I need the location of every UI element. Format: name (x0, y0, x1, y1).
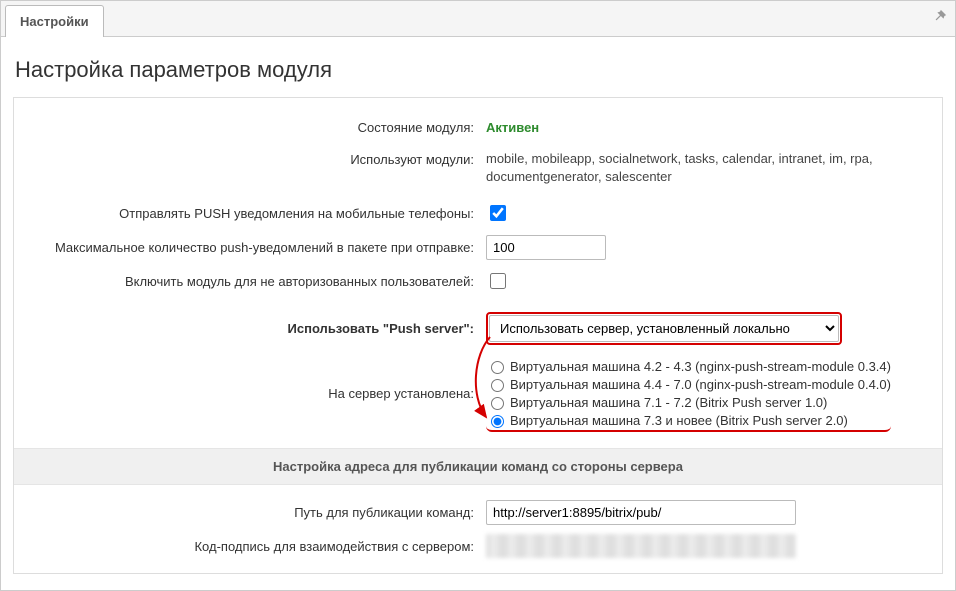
unauth-checkbox[interactable] (490, 273, 506, 289)
vm-radio-label-1: Виртуальная машина 4.4 - 7.0 (nginx-push… (510, 377, 891, 392)
vm-radio-label-2: Виртуальная машина 7.1 - 7.2 (Bitrix Pus… (510, 395, 827, 410)
tab-bar: Настройки (1, 1, 955, 37)
max-push-label: Максимальное количество push-уведомлений… (14, 240, 482, 255)
vm-radio-1[interactable] (491, 379, 504, 392)
unauth-label: Включить модуль для не авторизованных по… (14, 274, 482, 289)
signature-label: Код-подпись для взаимодействия с серверо… (14, 539, 482, 554)
max-push-input[interactable] (486, 235, 606, 260)
publish-path-label: Путь для публикации команд: (14, 505, 482, 520)
highlight-select: Использовать сервер, установленный локал… (486, 312, 842, 345)
vm-radio-label-3: Виртуальная машина 7.3 и новее (Bitrix P… (510, 413, 848, 428)
vm-radio-2[interactable] (491, 397, 504, 410)
push-mobile-checkbox[interactable] (490, 205, 506, 221)
vm-radio-label-0: Виртуальная машина 4.2 - 4.3 (nginx-push… (510, 359, 891, 374)
page-title: Настройка параметров модуля (1, 37, 955, 97)
status-label: Состояние модуля: (14, 120, 482, 135)
modules-label: Используют модули: (14, 150, 482, 167)
push-server-select[interactable]: Использовать сервер, установленный локал… (489, 315, 839, 342)
settings-panel: Состояние модуля: Активен Используют мод… (13, 97, 943, 574)
vm-radio-3[interactable] (491, 415, 504, 428)
modules-value: mobile, mobileapp, socialnetwork, tasks,… (486, 150, 942, 186)
vm-radio-group: Виртуальная машина 4.2 - 4.3 (nginx-push… (486, 357, 891, 432)
push-mobile-label: Отправлять PUSH уведомления на мобильные… (14, 206, 482, 221)
vm-radio-0[interactable] (491, 361, 504, 374)
section-header-publish: Настройка адреса для публикации команд с… (14, 448, 942, 485)
publish-path-input[interactable] (486, 500, 796, 525)
signature-value-redacted (486, 534, 796, 558)
status-value: Активен (486, 120, 539, 135)
installed-on-label: На сервер установлена: (14, 386, 482, 401)
pin-icon[interactable] (933, 9, 947, 26)
tab-settings[interactable]: Настройки (5, 5, 104, 37)
use-push-server-label: Использовать "Push server": (288, 321, 474, 336)
